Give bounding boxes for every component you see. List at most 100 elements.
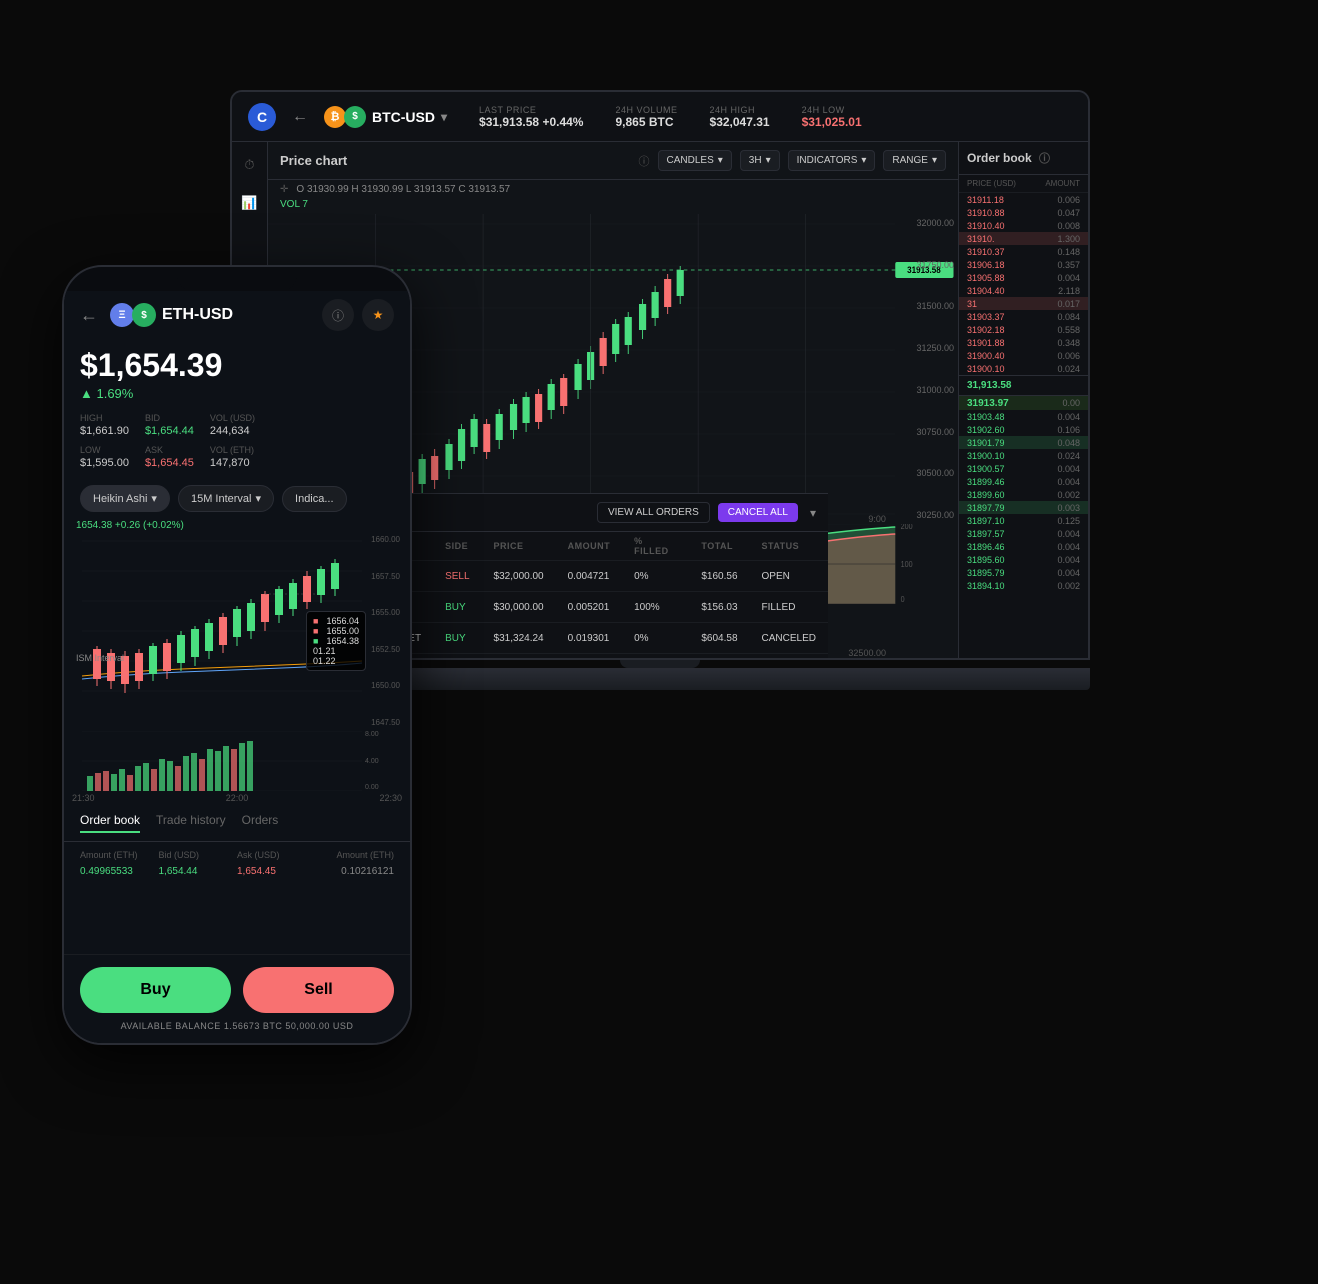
ob-sell-row: 31910.370.148	[959, 245, 1088, 258]
tab-trade-history[interactable]: Trade history	[156, 813, 226, 833]
ob-sell-row: 31901.880.348	[959, 336, 1088, 349]
interval-button[interactable]: 3H ▾	[740, 150, 780, 171]
buy-button[interactable]: Buy	[80, 967, 231, 1013]
mobile-screen: ← Ξ $ ETH-USD ⓘ ★ $1,654.39 ▲ 1.69% HIGH…	[64, 291, 410, 1043]
ob-header: Order book ⓘ	[959, 142, 1088, 175]
high-label: 24H HIGH	[710, 105, 770, 115]
cancel-all-button[interactable]: CANCEL ALL	[718, 503, 798, 522]
volume-stat: 24H VOLUME 9,865 BTC	[615, 105, 677, 129]
low-stat: 24H LOW $31,025.01	[802, 105, 862, 129]
chart-mode-button[interactable]: Heikin Ashi ▾	[80, 485, 170, 512]
info-button[interactable]: ⓘ	[322, 299, 354, 331]
mobile-volume-chart: 8.00 4.00 0.00	[72, 731, 402, 791]
col-side: SIDE	[433, 532, 481, 561]
ob-buy-row: 31895.790.004	[959, 566, 1088, 579]
star-button[interactable]: ★	[362, 299, 394, 331]
mobile-container: ← Ξ $ ETH-USD ⓘ ★ $1,654.39 ▲ 1.69% HIGH…	[62, 265, 412, 1045]
interval-button[interactable]: 15M Interval ▾	[178, 485, 274, 512]
order-book: Order book ⓘ PRICE (USD) AMOUNT 31911.18…	[958, 142, 1088, 658]
sell-button[interactable]: Sell	[243, 967, 394, 1013]
mobile-chart-tooltip: ■1656.04 ■1655.00 ■1654.38 01.21 01.22	[306, 611, 366, 671]
chart-toolbar: Price chart ⓘ CANDLES ▾ 3H ▾ INDICATORS …	[268, 142, 958, 180]
range-button[interactable]: RANGE ▾	[883, 150, 946, 171]
indicators-mobile-button[interactable]: Indica...	[282, 486, 347, 512]
laptop-notch	[620, 660, 700, 668]
svg-text:0: 0	[901, 595, 905, 604]
ob-sell-row: 31910.400.008	[959, 219, 1088, 232]
mobile-usd-icon: $	[132, 303, 156, 327]
ob-sell-row: 31900.400.006	[959, 349, 1088, 362]
ob-buy-row: 31899.600.002	[959, 488, 1088, 501]
ob-buy-row: 31900.100.024	[959, 449, 1088, 462]
mobile-ask-stat: ASK $1,654.45	[145, 445, 194, 469]
svg-text:4.00: 4.00	[365, 758, 379, 765]
pair-display: ₿ $ BTC-USD ▾	[324, 106, 447, 128]
mobile-volume-svg: 8.00 4.00 0.00	[72, 731, 402, 791]
mobile-vol-usd-stat: VOL (USD) 244,634	[210, 413, 255, 437]
last-price-label: LAST PRICE	[479, 105, 583, 115]
ob-sell-row: 31910.880.047	[959, 206, 1088, 219]
mobile-chart-label: 1654.38 +0.26 (+0.02%)	[64, 520, 410, 531]
cancel-chevron[interactable]: ▾	[810, 506, 816, 520]
col-total: TOTAL	[689, 532, 749, 561]
last-price-stat: LAST PRICE $31,913.58 +0.44%	[479, 105, 583, 129]
mobile-back-button[interactable]: ←	[80, 305, 98, 326]
indicators-button[interactable]: INDICATORS ▾	[788, 150, 876, 171]
mobile-high-stat: HIGH $1,661.90	[80, 413, 129, 437]
tab-orders[interactable]: Orders	[242, 813, 279, 833]
mobile-order-book: Amount (ETH) Bid (USD) Ask (USD) Amount …	[64, 842, 410, 887]
svg-text:200: 200	[901, 524, 913, 531]
mobile-price: $1,654.39	[80, 347, 394, 384]
mobile-time-labels: 21:30 22:00 22:30	[64, 791, 410, 805]
ob-buy-row: 31903.480.004	[959, 410, 1088, 423]
chart-info-icon[interactable]: ⓘ	[639, 153, 650, 169]
ob-buy-row: 31894.100.002	[959, 579, 1088, 592]
mobile-ob-row: 0.49965533 1,654.44 1,654.45 0.10216121	[80, 864, 394, 879]
stats-group: LAST PRICE $31,913.58 +0.44% 24H VOLUME …	[479, 105, 862, 129]
usd-icon: $	[344, 106, 366, 128]
volume-label: 24H VOLUME	[615, 105, 677, 115]
chart-title: Price chart	[280, 153, 347, 168]
ob-sell-row: 310.017	[959, 297, 1088, 310]
mobile-pair-label: ETH-USD	[162, 306, 233, 324]
col-filled: % FILLED	[622, 532, 689, 561]
mobile-pair: Ξ $ ETH-USD	[110, 303, 233, 327]
ob-buy-row: 31895.600.004	[959, 553, 1088, 566]
ob-col-headers: PRICE (USD) AMOUNT	[959, 175, 1088, 193]
pair-chevron[interactable]: ▾	[441, 110, 447, 124]
app-logo: C	[248, 103, 276, 131]
mobile-low-stat: LOW $1,595.00	[80, 445, 129, 469]
mobile-stats-2: LOW $1,595.00 ASK $1,654.45 VOL (ETH) 14…	[64, 445, 410, 477]
ob-buy-row: 31901.790.048	[959, 436, 1088, 449]
mobile-change: ▲ 1.69%	[80, 386, 394, 401]
col-price: PRICE	[482, 532, 556, 561]
ohlc-bar: ✛ O 31930.99 H 31930.99 L 31913.57 C 319…	[268, 180, 958, 199]
view-all-orders-button[interactable]: VIEW ALL ORDERS	[597, 502, 710, 523]
low-value: $31,025.01	[802, 115, 862, 129]
chart-icon[interactable]: 📊	[239, 192, 261, 214]
eth-icon: Ξ	[110, 303, 134, 327]
ob-buy-row: 31902.600.106	[959, 423, 1088, 436]
last-price-value: $31,913.58 +0.44%	[479, 115, 583, 129]
candles-button[interactable]: CANDLES ▾	[658, 150, 732, 171]
high-stat: 24H HIGH $32,047.31	[710, 105, 770, 129]
ob-buy-row: 31900.570.004	[959, 462, 1088, 475]
ism-interval-label: ISM Interval	[76, 653, 124, 663]
low-label: 24H LOW	[802, 105, 862, 115]
clock-icon[interactable]: ⏱	[239, 154, 261, 176]
tab-order-book[interactable]: Order book	[80, 813, 140, 833]
ob-sell-row: 31903.370.084	[959, 310, 1088, 323]
svg-text:100: 100	[901, 560, 913, 569]
ob-info-icon: ⓘ	[1039, 153, 1050, 165]
price-labels: 32000.00 31750.00 31500.00 31250.00 3100…	[894, 214, 958, 524]
mobile-ob-headers: Amount (ETH) Bid (USD) Ask (USD) Amount …	[80, 850, 394, 860]
vol-bar: VOL 7	[268, 199, 958, 214]
mobile-notch	[177, 267, 297, 291]
mobile-header-icons: ⓘ ★	[322, 299, 394, 331]
back-button[interactable]: ←	[292, 108, 308, 126]
mobile-stats: HIGH $1,661.90 BID $1,654.44 VOL (USD) 2…	[64, 405, 410, 445]
ob-spread: 31,913.58	[959, 375, 1088, 396]
mobile-price-labels: 1660.00 1657.50 1655.00 1652.50 1650.00 …	[369, 531, 402, 731]
ob-sell-row: 31906.180.357	[959, 258, 1088, 271]
pair-label: BTC-USD	[372, 109, 435, 125]
